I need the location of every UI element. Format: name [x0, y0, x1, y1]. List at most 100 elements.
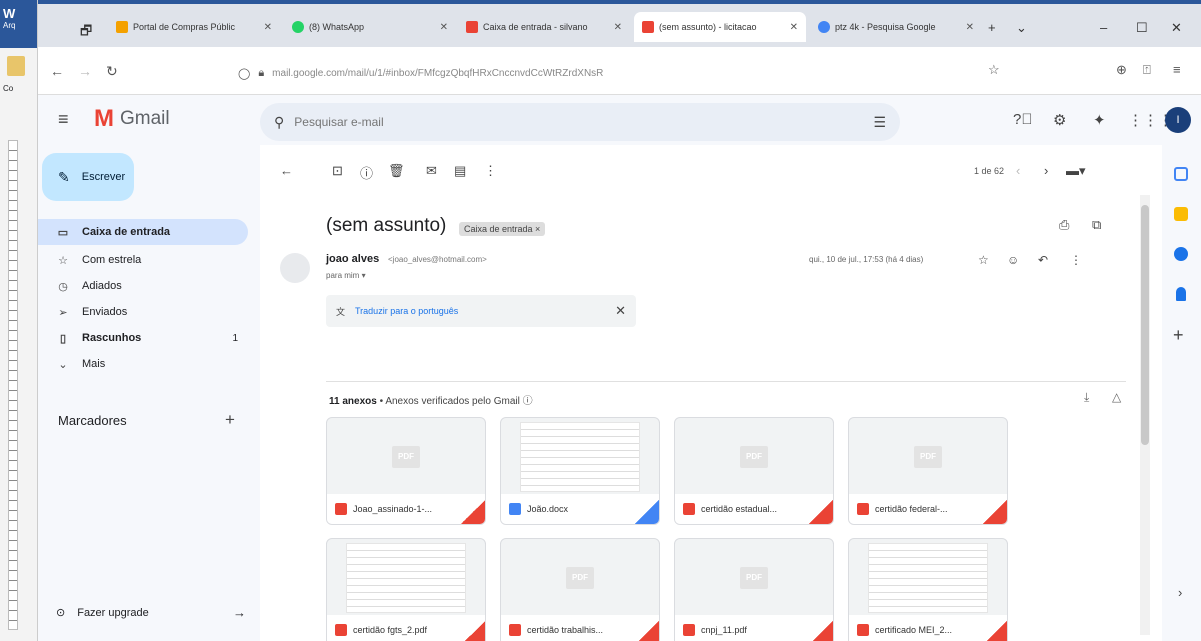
recipient-toggle[interactable]: para mim ▾ — [326, 271, 366, 280]
emoji-react-icon[interactable]: ☺ — [1007, 253, 1019, 267]
account-avatar[interactable]: I — [1165, 107, 1191, 133]
sidebar-item-more[interactable]: ⌄ Mais — [38, 351, 248, 377]
pdf-placeholder-icon: PDF — [740, 446, 768, 468]
add-label-icon[interactable]: + — [225, 410, 235, 430]
reload-icon[interactable]: ↻ — [106, 63, 118, 80]
tab-dropdown-icon[interactable]: ⌄ — [1016, 20, 1027, 36]
sidebar-item-inbox[interactable]: ▭ Caixa de entrada — [38, 219, 248, 245]
tab-favicon — [466, 21, 478, 33]
close-tab-icon[interactable]: ✕ — [790, 22, 798, 33]
forward-icon[interactable]: → — [78, 63, 92, 79]
attachment-card[interactable]: certificado MEI_2... — [848, 538, 1008, 641]
report-spam-icon[interactable]: ⓘ — [360, 163, 373, 182]
close-tab-icon[interactable]: ✕ — [440, 22, 448, 33]
attachment-card[interactable]: certidão fgts_2.pdf — [326, 538, 486, 641]
archive-icon[interactable]: ⊡ — [332, 163, 343, 179]
search-input[interactable] — [294, 115, 864, 129]
more-message-icon[interactable]: ⋮ — [1070, 253, 1082, 267]
star-icon[interactable]: ☆ — [978, 253, 989, 267]
tab-gmail-inbox[interactable]: Caixa de entrada - silvano ✕ — [458, 12, 630, 42]
attachment-card[interactable]: PDF cnpj_11.pdf — [674, 538, 834, 641]
main-menu-icon[interactable]: ≡ — [58, 109, 69, 130]
attachment-card[interactable]: PDF Joao_assinado-1-... — [326, 417, 486, 525]
sidebar-item-drafts[interactable]: ▯ Rascunhos 1 — [38, 325, 248, 351]
more-actions-icon[interactable]: ⋮ — [484, 163, 497, 179]
reply-icon[interactable]: ↶ — [1038, 253, 1048, 267]
tab-favicon — [642, 21, 654, 33]
clipboard-icon[interactable] — [7, 56, 25, 76]
tab-favicon — [818, 21, 830, 33]
close-translate-icon[interactable]: ✕ — [615, 303, 626, 319]
upgrade-button[interactable]: ⊙ Fazer upgrade → — [56, 605, 246, 620]
attachment-name: certidão trabalhis... — [527, 625, 604, 635]
tab-favicon — [292, 21, 304, 33]
lock-icon[interactable]: 🔒︎ — [258, 67, 264, 80]
minimize-icon[interactable]: – — [1100, 20, 1107, 35]
tab-google-search[interactable]: ptz 4k - Pesquisa Google ✕ — [810, 12, 982, 42]
attachment-corner — [461, 500, 485, 524]
attachment-corner — [809, 621, 833, 641]
message-scrollbar[interactable] — [1140, 195, 1150, 635]
older-icon[interactable]: › — [1044, 163, 1048, 178]
contacts-icon[interactable] — [1176, 287, 1186, 301]
get-addons-icon[interactable]: + — [1173, 325, 1184, 346]
browser-menu-icon[interactable]: ≡ — [1173, 62, 1181, 77]
scrollbar-thumb[interactable] — [1141, 205, 1149, 445]
attachment-corner — [635, 500, 659, 524]
tab-portal-compras[interactable]: Portal de Compras Públic ✕ — [108, 12, 280, 42]
compose-button[interactable]: ✎ Escrever — [42, 153, 134, 201]
add-to-drive-icon[interactable]: △ — [1112, 390, 1121, 404]
expand-panel-icon[interactable]: › — [1178, 585, 1182, 600]
newer-icon[interactable]: ‹ — [1016, 163, 1020, 178]
close-tab-icon[interactable]: ✕ — [614, 22, 622, 33]
calendar-icon[interactable] — [1174, 167, 1188, 181]
sidebar-item-starred[interactable]: ☆ Com estrela — [38, 247, 248, 273]
input-tools-icon[interactable]: ▬▾ — [1066, 163, 1086, 179]
settings-gear-icon[interactable]: ⚙ — [1053, 111, 1066, 129]
mark-unread-icon[interactable]: ✉ — [426, 163, 437, 179]
sidebar-item-snoozed[interactable]: ◷ Adiados — [38, 273, 248, 299]
search-icon[interactable]: ⚲ — [274, 114, 284, 131]
attachment-card[interactable]: PDF certidão federal-... — [848, 417, 1008, 525]
new-tab-icon[interactable]: + — [988, 20, 996, 35]
search-options-icon[interactable]: ☰ — [873, 114, 886, 131]
gmail-logo[interactable]: M Gmail — [94, 107, 170, 131]
inbox-label-chip[interactable]: Caixa de entrada × — [459, 222, 546, 236]
translate-link[interactable]: Traduzir para o português — [355, 306, 458, 316]
move-to-icon[interactable]: ▤ — [454, 163, 466, 179]
bookmark-star-icon[interactable]: ☆ — [988, 62, 1000, 78]
help-icon[interactable]: ?⃝ — [1013, 111, 1033, 128]
open-new-window-icon[interactable]: ⧉ — [1092, 217, 1101, 233]
gemini-icon[interactable]: ✦ — [1093, 111, 1106, 129]
back-to-inbox-icon[interactable]: ← — [280, 163, 293, 178]
attachment-card[interactable]: João.docx — [500, 417, 660, 525]
delete-icon[interactable]: 🗑︎ — [388, 163, 405, 179]
share-icon[interactable]: ⍐ — [1143, 62, 1151, 78]
gmail-m-icon: M — [94, 105, 114, 132]
search-bar[interactable]: ⚲ ☰ — [260, 103, 900, 141]
sidebar-item-sent[interactable]: ➢ Enviados — [38, 299, 248, 325]
back-icon[interactable]: ← — [50, 63, 64, 79]
tab-list-icon[interactable]: 🗗 — [80, 22, 92, 44]
tab-title: Portal de Compras Públic — [133, 22, 236, 32]
keep-icon[interactable] — [1174, 207, 1188, 221]
close-window-icon[interactable]: ✕ — [1171, 20, 1182, 36]
gmail-wordmark: Gmail — [120, 108, 170, 129]
shield-icon[interactable]: ◯ — [238, 67, 250, 80]
attachment-card[interactable]: PDF certidão trabalhis... — [500, 538, 660, 641]
attachment-card[interactable]: PDF certidão estadual... — [674, 417, 834, 525]
maximize-icon[interactable]: ☐ — [1136, 20, 1148, 36]
tab-whatsapp[interactable]: (8) WhatsApp ✕ — [284, 12, 456, 42]
word-app-abbr: Arq — [3, 21, 16, 30]
tab-gmail-message[interactable]: (sem assunto) - licitacao ✕ — [634, 12, 806, 42]
pdf-file-icon — [509, 624, 521, 636]
sender-name[interactable]: joao alves — [326, 253, 379, 265]
pager-count: 1 de 62 — [974, 166, 1005, 176]
tasks-icon[interactable] — [1174, 247, 1188, 261]
download-all-icon[interactable]: ⤓ — [1084, 390, 1089, 405]
close-tab-icon[interactable]: ✕ — [264, 22, 272, 33]
address-bar[interactable]: ◯ 🔒︎ mail.google.com/mail/u/1/#inbox/FMf… — [238, 60, 1038, 86]
print-icon[interactable]: ⎙ — [1059, 217, 1069, 233]
close-tab-icon[interactable]: ✕ — [966, 22, 974, 33]
extensions-icon[interactable]: ⊕ — [1116, 62, 1127, 78]
